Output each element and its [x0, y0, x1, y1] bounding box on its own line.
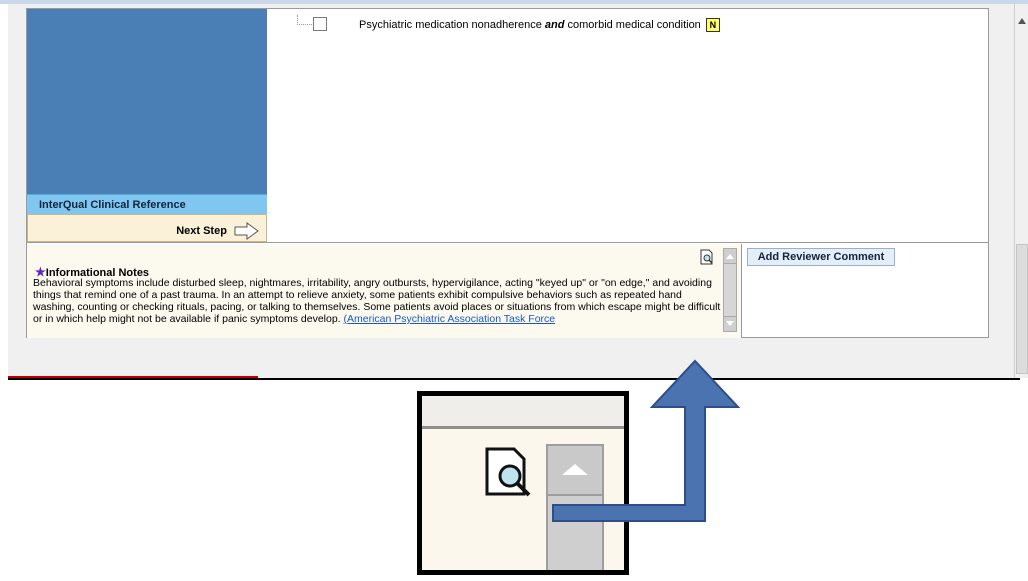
next-arrow-icon: [234, 222, 259, 240]
scroll-down-icon: [726, 321, 734, 326]
citation-link[interactable]: (American Psychiatric Association Task F…: [344, 313, 556, 325]
scroll-up-icon-enlarged: [562, 464, 588, 475]
criteria-item: Psychiatric medication nonadherence and …: [297, 15, 977, 35]
document-search-icon[interactable]: [700, 249, 714, 265]
add-reviewer-comment-button[interactable]: Add Reviewer Comment: [747, 248, 895, 266]
scroll-up-button[interactable]: [724, 249, 736, 264]
window-scroll-up-icon[interactable]: [1018, 18, 1026, 24]
next-step-button[interactable]: Next Step: [27, 214, 267, 242]
zoom-top-edge: [422, 396, 624, 429]
scroll-down-button[interactable]: [724, 316, 736, 331]
application-window: InterQual Clinical Reference Next Step P…: [8, 4, 1020, 380]
scroll-up-icon: [726, 254, 734, 259]
note-badge-icon[interactable]: N: [705, 18, 720, 32]
informational-notes-panel: ★Informational Notes Behavioral symptoms…: [27, 244, 742, 338]
window-scrollbar[interactable]: [1014, 4, 1028, 378]
document-search-icon-enlarged: [485, 447, 531, 497]
left-navigation-panel: [27, 9, 267, 194]
criteria-text-emphasis: and: [544, 18, 565, 31]
window-scroll-thumb[interactable]: [1016, 244, 1028, 374]
zoom-callout: [417, 391, 629, 575]
scroll-up-button-enlarged: [548, 446, 602, 496]
next-step-label: Next Step: [176, 225, 227, 237]
status-underline: [8, 376, 258, 378]
panel-divider: [27, 242, 988, 243]
criteria-frame: InterQual Clinical Reference Next Step P…: [26, 8, 989, 338]
criteria-item-text: Psychiatric medication nonadherence and …: [359, 18, 720, 32]
criteria-text-prefix: Psychiatric medication nonadherence: [359, 18, 545, 31]
notes-scrollbar[interactable]: [723, 248, 737, 332]
criteria-text-suffix: comorbid medical condition: [564, 18, 701, 31]
scrollbar-enlarged: [546, 444, 604, 570]
tree-connector: [297, 15, 312, 25]
clinical-reference-link[interactable]: InterQual Clinical Reference: [27, 194, 267, 214]
notes-body: Behavioral symptoms include disturbed sl…: [33, 277, 721, 333]
criteria-checkbox[interactable]: [313, 17, 327, 31]
